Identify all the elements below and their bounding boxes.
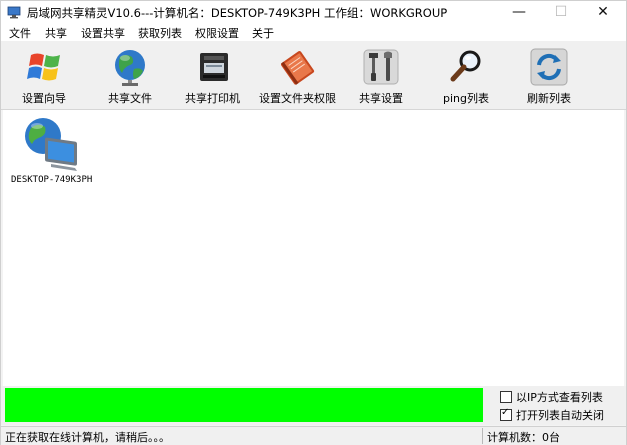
app-icon <box>7 6 21 19</box>
computer-count: 计算机数：0台 <box>487 431 560 444</box>
bottom-panel: 以IP方式查看列表 打开列表自动关闭 <box>1 386 626 425</box>
windows-logo-icon <box>27 53 60 81</box>
share-settings-label: 共享设置 <box>359 92 403 105</box>
share-settings-button[interactable]: 共享设置 <box>353 43 413 107</box>
minimize-button[interactable]: — <box>498 1 540 23</box>
auto-close-label: 打开列表自动关闭 <box>516 408 604 422</box>
view-by-ip-option[interactable]: 以IP方式查看列表 <box>500 389 603 404</box>
tools-icon <box>363 49 399 85</box>
setup-wizard-label: 设置向导 <box>22 92 66 105</box>
status-message: 正在获取在线计算机，请稍后。。。 <box>5 431 170 444</box>
refresh-icon <box>530 48 568 86</box>
close-button[interactable]: ✕ <box>582 1 624 23</box>
magnifier-icon <box>450 50 481 82</box>
share-printer-label: 共享打印机 <box>185 92 240 105</box>
window-title: 局域网共享精灵V10.6---计算机名：DESKTOP-749K3PH 工作组：… <box>27 6 448 20</box>
menu-get-list[interactable]: 获取列表 <box>138 25 182 41</box>
view-by-ip-checkbox[interactable] <box>500 390 512 403</box>
globe-icon <box>115 50 145 86</box>
share-files-label: 共享文件 <box>108 92 152 105</box>
ping-list-label: ping列表 <box>443 92 489 105</box>
share-printer-button[interactable]: 共享打印机 <box>181 43 247 107</box>
network-computer-icon <box>25 118 77 171</box>
toolbar: 设置向导 共享文件 共享打印机 设置文件夹权限 共享设置 ping列表 刷新列表 <box>1 41 626 110</box>
ping-list-button[interactable]: ping列表 <box>437 43 497 107</box>
computer-list: DESKTOP-749K3PH <box>3 110 624 386</box>
setup-wizard-button[interactable]: 设置向导 <box>15 43 75 107</box>
auto-close-checkbox[interactable] <box>500 407 512 421</box>
folder-permissions-button[interactable]: 设置文件夹权限 <box>257 43 339 107</box>
menu-about[interactable]: 关于 <box>252 25 274 41</box>
menu-set-share[interactable]: 设置共享 <box>81 25 125 41</box>
refresh-list-label: 刷新列表 <box>527 92 571 105</box>
refresh-list-button[interactable]: 刷新列表 <box>519 43 583 107</box>
share-files-button[interactable]: 共享文件 <box>101 43 161 107</box>
notebook-icon <box>281 51 315 85</box>
progress-bar <box>5 388 483 422</box>
view-by-ip-label: 以IP方式查看列表 <box>516 390 603 404</box>
menu-file[interactable]: 文件 <box>9 25 31 41</box>
status-divider <box>482 428 483 444</box>
title-bar[interactable]: 局域网共享精灵V10.6---计算机名：DESKTOP-749K3PH 工作组：… <box>1 1 626 23</box>
app-window: 局域网共享精灵V10.6---计算机名：DESKTOP-749K3PH 工作组：… <box>0 0 627 445</box>
menu-permissions[interactable]: 权限设置 <box>195 25 239 41</box>
printer-icon <box>200 53 228 81</box>
folder-permissions-label: 设置文件夹权限 <box>259 92 336 105</box>
computer-name: DESKTOP-749K3PH <box>11 175 93 185</box>
menu-bar: 文件 共享 设置共享 获取列表 权限设置 关于 <box>1 23 626 41</box>
maximize-button[interactable]: ☐ <box>540 1 582 23</box>
auto-close-option[interactable]: 打开列表自动关闭 <box>500 407 604 422</box>
computer-item[interactable]: DESKTOP-749K3PH <box>3 110 113 190</box>
status-bar: 正在获取在线计算机，请稍后。。。 计算机数：0台 <box>1 426 626 445</box>
menu-share[interactable]: 共享 <box>45 25 67 41</box>
